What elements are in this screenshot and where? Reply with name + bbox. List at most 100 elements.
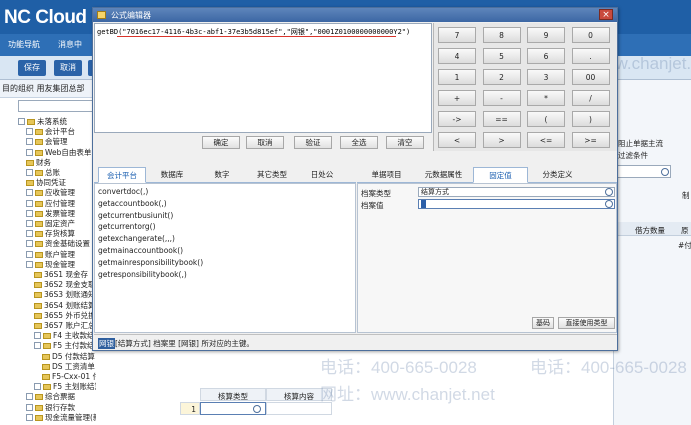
keypad-key[interactable]: * [527,90,565,106]
clear-button[interactable]: 清空 [386,136,424,149]
collapse-icon[interactable] [18,118,25,125]
expand-icon[interactable] [26,403,33,411]
keypad-key[interactable]: ( [527,111,565,127]
confirm-button[interactable]: 确定 [202,136,240,149]
keypad-key[interactable]: - [482,90,521,106]
keypad-key[interactable]: 6 [527,48,565,64]
tree-node-label: 账户管理 [45,249,75,259]
expand-icon[interactable] [26,209,33,217]
tab-category[interactable]: 其它类型 [248,167,296,183]
expand-icon[interactable] [26,148,33,156]
expand-icon[interactable] [26,250,33,258]
tree-node-label: 存货核算 [45,229,75,239]
grid-row-number: 1 [180,402,200,415]
keypad-key[interactable]: 1 [438,69,476,85]
org-selector: 目的组织 用友集团总部 [0,80,96,98]
tab-category[interactable]: 数据库 [148,167,196,183]
function-item[interactable]: convertdoc(,) [98,187,148,196]
keypad-key[interactable]: 2 [482,69,521,85]
function-item[interactable]: getmainaccountbook() [98,246,183,255]
nav-tab-message[interactable]: 消息中 [58,39,82,50]
function-item[interactable]: getaccountbook(,) [98,199,167,208]
expand-icon[interactable] [26,413,33,421]
keypad-key[interactable]: ) [571,111,610,127]
keypad-key[interactable]: 7 [438,27,476,43]
keypad-key[interactable]: >= [571,132,610,148]
keypad-key[interactable]: 0 [571,27,610,43]
keypad-key[interactable]: < [438,132,476,148]
use-type-directly-button[interactable]: 直接使用类型 [558,317,615,329]
column-debit-qty: 借方数量 [635,226,665,235]
filter-input[interactable] [615,165,671,178]
keypad-key[interactable]: / [571,90,610,106]
expand-icon[interactable] [34,383,41,391]
keypad-key[interactable]: 4 [438,48,476,64]
tab-value-source[interactable]: 单据项目 [359,167,414,183]
grid-header-content: 核算内容 [266,388,332,401]
tree-search-input[interactable] [18,100,94,112]
expand-icon[interactable] [26,393,33,401]
keypad-key[interactable]: -> [438,111,476,127]
right-table-header: 借方数量 原 [613,222,691,236]
select-all-button[interactable]: 全选 [340,136,378,149]
expand-icon[interactable] [26,169,33,176]
collapse-icon[interactable] [34,342,41,350]
dialog-title-bar[interactable]: 公式编辑器 [93,8,617,22]
validate-button[interactable]: 验证 [294,136,332,149]
folder-icon [35,221,43,227]
expand-icon[interactable] [26,230,33,238]
tab-category[interactable]: 数字 [198,167,246,183]
keypad-key[interactable]: == [482,111,521,127]
nc-cloud-logo: NC Cloud [4,7,87,28]
search-icon[interactable] [661,168,669,176]
expand-icon[interactable] [26,128,33,136]
expand-icon[interactable] [26,220,33,227]
folder-icon [42,374,50,380]
basecode-button[interactable]: 基码 [532,317,554,329]
keypad-key[interactable]: 9 [527,27,565,43]
expand-icon[interactable] [34,332,41,340]
formula-editor-textarea[interactable]: getBD("7016ec17-4116-4b3c-abf1-37e3b5d81… [94,23,432,133]
tab-category[interactable]: 会计平台 [98,167,146,183]
collapse-icon[interactable] [26,260,33,268]
keypad-key[interactable]: 5 [482,48,521,64]
archive-value-field[interactable] [418,199,615,209]
tab-category[interactable]: 日处公 [298,167,346,183]
tree-node[interactable]: 现金流量管理(新版) [26,412,96,423]
search-icon[interactable] [605,188,613,196]
function-item[interactable]: getmainresponsibilitybook() [98,258,203,267]
tab-value-source[interactable]: 分类定义 [530,167,585,183]
search-icon[interactable] [605,200,613,208]
keypad-key[interactable]: + [438,90,476,106]
function-item[interactable]: getcurrentbusiunit() [98,211,173,220]
close-button[interactable]: × [599,9,613,20]
keypad-key[interactable]: 00 [571,69,610,85]
tab-value-source[interactable]: 元数据属性 [416,167,471,183]
grid-cell-type[interactable] [200,402,266,415]
keypad-key[interactable]: <= [527,132,565,148]
search-icon[interactable] [253,405,261,413]
expand-icon[interactable] [26,240,33,248]
keypad-key[interactable]: 8 [482,27,521,43]
org-value[interactable]: 用友集团总部 [37,84,85,93]
tab-value-source[interactable]: 固定值 [473,167,528,183]
status-description: [结算方式] 档案里 [网银] 所对应的主键。 [115,339,254,348]
expand-icon[interactable] [26,138,33,146]
function-item[interactable]: getexchangerate(,,,) [98,234,175,243]
grid-header-type: 核算类型 [200,388,266,401]
expand-icon[interactable] [26,199,33,207]
function-item[interactable]: getcurrentorg() [98,222,156,231]
cancel-button[interactable]: 取消 [54,60,82,76]
keypad-key[interactable]: . [571,48,610,64]
expand-icon[interactable] [26,189,33,197]
formula-icon [97,11,106,19]
nav-tab-function[interactable]: 功能导航 [8,39,40,50]
cancel-button[interactable]: 取消 [246,136,284,149]
keypad-key[interactable]: 3 [527,69,565,85]
archive-type-field[interactable]: 结算方式 [418,187,615,197]
function-list: convertdoc(,) getaccountbook(,) getcurrent… [94,183,356,333]
function-item[interactable]: getresponsibilitybook(,) [98,270,187,279]
save-button[interactable]: 保存 [18,60,46,76]
grid-cell-content[interactable] [266,402,332,415]
keypad-key[interactable]: > [482,132,521,148]
